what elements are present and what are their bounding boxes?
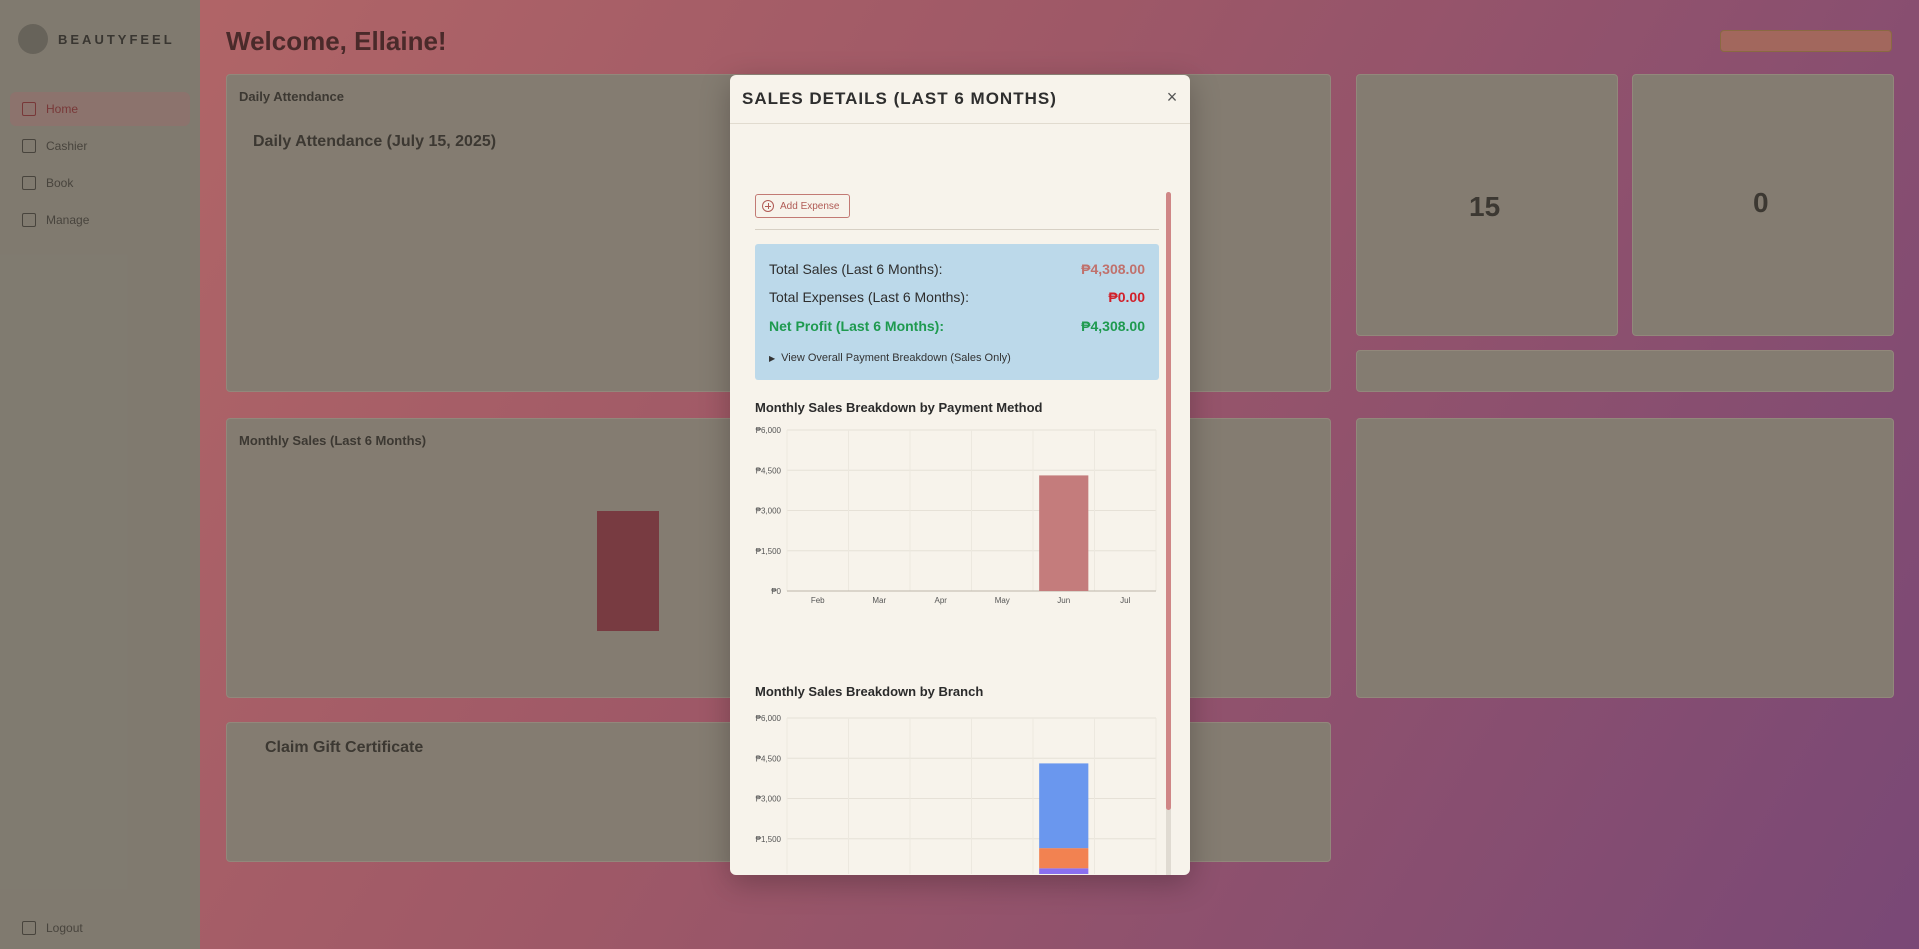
y-tick-label: ₱6,000 [756,714,782,723]
x-tick-label: Mar [872,596,886,605]
net-profit-row: Net Profit (Last 6 Months): ₱4,308.00 [769,318,1145,334]
y-tick-label: ₱3,000 [756,507,782,516]
bar [1039,868,1089,874]
y-tick-label: ₱1,500 [756,547,782,556]
plus-circle-icon [762,200,774,212]
sales-details-modal: SALES DETAILS (LAST 6 MONTHS) × Add Expe… [730,75,1190,875]
total-expenses-row: Total Expenses (Last 6 Months): ₱0.00 [769,289,1145,305]
bar [1039,763,1089,849]
bar [1039,475,1089,591]
payment-method-chart: ₱0 ₱1,500 ₱3,000 ₱4,500 ₱6,000 Feb Mar Apr May Ju… [756,426,1157,605]
net-profit-label: Net Profit (Last 6 Months): [769,318,944,334]
payment-breakdown-label: View Overall Payment Breakdown (Sales On… [781,352,1011,364]
bar [1039,848,1089,869]
payment-breakdown-toggle[interactable]: ▶ View Overall Payment Breakdown (Sales … [769,352,1011,364]
x-tick-label: Jul [1120,596,1130,605]
branch-chart-title: Monthly Sales Breakdown by Branch [755,684,984,699]
branch-chart: ₱0₱1,500₱3,000₱4,500₱6,000FebMarAprMayJu… [756,714,1157,874]
total-sales-row: Total Sales (Last 6 Months): ₱4,308.00 [769,261,1145,277]
x-tick-label: Apr [935,596,948,605]
x-tick-label: Feb [811,596,825,605]
total-expenses-label: Total Expenses (Last 6 Months): [769,289,969,305]
modal-header: SALES DETAILS (LAST 6 MONTHS) × [730,75,1190,124]
divider [755,229,1159,230]
payment-chart-title: Monthly Sales Breakdown by Payment Metho… [755,400,1043,415]
y-tick-label: ₱0 [771,587,781,596]
net-profit-value: ₱4,308.00 [1081,318,1145,334]
y-tick-label: ₱3,000 [756,795,782,804]
x-tick-label: May [995,596,1010,605]
modal-body: Add Expense Total Sales (Last 6 Months):… [730,124,1190,875]
total-sales-value: ₱4,308.00 [1081,261,1145,277]
total-sales-label: Total Sales (Last 6 Months): [769,261,943,277]
y-tick-label: ₱4,500 [756,466,782,475]
modal-title: SALES DETAILS (LAST 6 MONTHS) [742,89,1057,108]
y-tick-label: ₱4,500 [756,754,782,763]
sales-summary-box: Total Sales (Last 6 Months): ₱4,308.00 T… [755,244,1159,380]
add-expense-button[interactable]: Add Expense [755,194,850,218]
total-expenses-value: ₱0.00 [1108,289,1145,305]
y-tick-label: ₱1,500 [756,835,782,844]
x-tick-label: Jun [1057,596,1070,605]
scrollbar-thumb[interactable] [1166,192,1171,810]
y-tick-label: ₱6,000 [756,426,782,435]
add-expense-label: Add Expense [780,200,840,212]
close-button[interactable]: × [1162,87,1182,107]
triangle-right-icon: ▶ [769,353,776,363]
